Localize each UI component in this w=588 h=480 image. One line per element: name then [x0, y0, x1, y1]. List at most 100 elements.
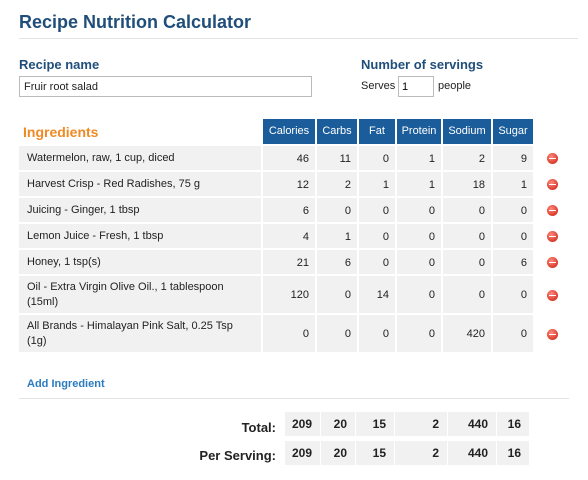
column-header-carbs: Carbs — [317, 119, 357, 144]
carbs-value: 0 — [344, 204, 351, 217]
remove-ingredient-icon[interactable] — [547, 179, 558, 190]
fat-value: 0 — [382, 230, 389, 243]
protein-value: 0 — [428, 230, 435, 243]
recipe-name-input[interactable] — [19, 76, 312, 97]
remove-ingredient-icon[interactable] — [547, 205, 558, 216]
calories-value: 12 — [296, 178, 309, 191]
fat-value: 0 — [382, 204, 389, 217]
table-row: Oil - Extra Virgin Olive Oil., 1 tablesp… — [19, 276, 569, 314]
remove-ingredient-icon[interactable] — [547, 329, 558, 340]
calories-value: 4 — [302, 230, 309, 243]
table-row: Lemon Juice - Fresh, 1 tbsp 4 1 0 0 0 0 — [19, 224, 569, 249]
protein-value: 1 — [428, 178, 435, 191]
sugar-value: 1 — [520, 178, 527, 191]
fat-value: 0 — [382, 152, 389, 165]
row-separator — [19, 313, 569, 314]
fat-value: 1 — [382, 178, 389, 191]
fat-value: 14 — [376, 289, 389, 301]
per-serving-calories-value: 209 — [285, 441, 320, 465]
total-sodium-value: 440 — [448, 412, 496, 436]
ingredients-heading: Ingredients — [23, 124, 99, 140]
column-header-sugar: Sugar — [493, 119, 533, 144]
per-serving-sodium-value: 440 — [448, 441, 496, 465]
per-serving-sugar-value: 16 — [497, 441, 529, 465]
remove-ingredient-icon[interactable] — [547, 257, 558, 268]
sodium-value: 0 — [478, 256, 485, 269]
protein-value: 0 — [428, 204, 435, 217]
sugar-value: 0 — [520, 230, 527, 243]
calories-value: 46 — [296, 152, 309, 165]
serves-prefix: Serves — [361, 80, 396, 92]
title-divider — [19, 38, 578, 39]
total-label: Total: — [241, 420, 276, 435]
ingredient-name: Oil - Extra Virgin Olive Oil., 1 tablesp… — [27, 281, 224, 308]
sugar-value: 0 — [520, 204, 527, 217]
per-serving-fat-value: 15 — [356, 441, 394, 465]
carbs-value: 2 — [344, 178, 351, 191]
carbs-value: 0 — [344, 328, 351, 340]
ingredient-name: Lemon Juice - Fresh, 1 tbsp — [27, 230, 164, 242]
protein-value: 0 — [428, 289, 435, 301]
calories-value: 0 — [302, 328, 309, 340]
remove-ingredient-icon[interactable] — [547, 153, 558, 164]
column-header-sodium: Sodium — [443, 119, 491, 144]
per-serving-protein-value: 2 — [395, 441, 447, 465]
calories-value: 21 — [296, 256, 309, 269]
row-separator — [19, 274, 569, 275]
sodium-value: 420 — [466, 328, 485, 340]
ingredient-name: Watermelon, raw, 1 cup, diced — [27, 152, 175, 164]
ingredient-name: Honey, 1 tsp(s) — [27, 256, 101, 268]
remove-ingredient-icon[interactable] — [547, 290, 558, 301]
table-row: All Brands - Himalayan Pink Salt, 0.25 T… — [19, 315, 569, 353]
recipe-name-label: Recipe name — [19, 57, 100, 72]
remove-ingredient-icon[interactable] — [547, 231, 558, 242]
sugar-value: 9 — [520, 152, 527, 165]
row-separator — [19, 352, 569, 353]
table-bottom-divider — [19, 398, 569, 399]
fat-value: 0 — [382, 256, 389, 269]
ingredient-name: Harvest Crisp - Red Radishes, 75 g — [27, 178, 201, 190]
carbs-value: 0 — [344, 289, 351, 301]
servings-input[interactable] — [398, 76, 434, 97]
row-separator — [19, 196, 569, 197]
sodium-value: 0 — [478, 289, 485, 301]
protein-value: 0 — [428, 328, 435, 340]
column-header-fat: Fat — [359, 119, 395, 144]
sodium-value: 2 — [478, 152, 485, 165]
row-separator — [19, 222, 569, 223]
sugar-value: 6 — [520, 256, 527, 269]
sodium-value: 18 — [472, 178, 485, 191]
column-header-protein: Protein — [397, 119, 441, 144]
sugar-value: 0 — [520, 328, 527, 340]
total-carbs-value: 20 — [321, 412, 355, 436]
table-row: Juicing - Ginger, 1 tbsp 6 0 0 0 0 0 — [19, 198, 569, 223]
protein-value: 1 — [428, 152, 435, 165]
sodium-value: 0 — [478, 230, 485, 243]
table-row: Honey, 1 tsp(s) 21 6 0 0 0 6 — [19, 250, 569, 275]
carbs-value: 11 — [339, 152, 351, 165]
total-calories-value: 209 — [285, 412, 320, 436]
carbs-value: 1 — [344, 230, 351, 243]
per-serving-label: Per Serving: — [199, 448, 276, 463]
calories-value: 120 — [290, 289, 309, 301]
ingredient-name: Juicing - Ginger, 1 tbsp — [27, 204, 140, 216]
sugar-value: 0 — [520, 289, 527, 301]
table-row: Watermelon, raw, 1 cup, diced 46 11 0 1 2 9 — [19, 146, 569, 171]
total-sugar-value: 16 — [497, 412, 529, 436]
total-protein-value: 2 — [395, 412, 447, 436]
row-separator — [19, 248, 569, 249]
ingredient-name: All Brands - Himalayan Pink Salt, 0.25 T… — [27, 320, 233, 347]
calories-value: 6 — [302, 204, 309, 217]
per-serving-carbs-value: 20 — [321, 441, 355, 465]
total-fat-value: 15 — [356, 412, 394, 436]
servings-label: Number of servings — [361, 57, 484, 72]
page-title: Recipe Nutrition Calculator — [19, 12, 252, 32]
serves-suffix: people — [438, 80, 472, 92]
table-row: Harvest Crisp - Red Radishes, 75 g 12 2 1 1 1… — [19, 172, 569, 197]
add-ingredient-link[interactable]: Add Ingredient — [27, 378, 105, 390]
fat-value: 0 — [382, 328, 389, 340]
sodium-value: 0 — [478, 204, 485, 217]
row-separator — [19, 170, 569, 171]
carbs-value: 6 — [344, 256, 351, 269]
column-header-calories: Calories — [263, 119, 315, 144]
